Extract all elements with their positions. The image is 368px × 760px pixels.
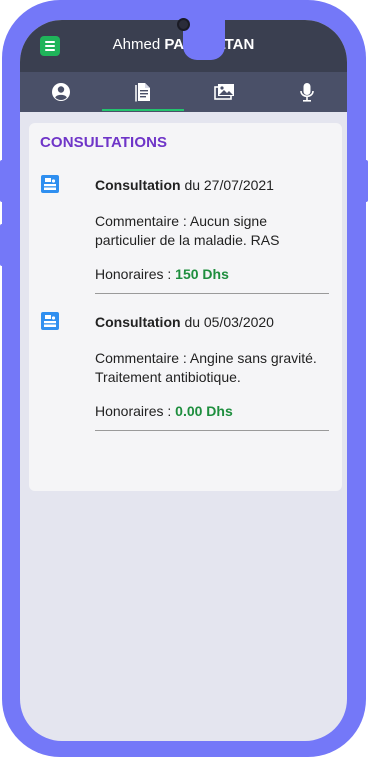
front-camera [177,18,190,31]
document-icon [135,83,150,102]
tab-profile[interactable] [20,72,102,112]
consultation-icon [41,312,59,330]
section-title: CONSULTATIONS [40,134,168,151]
patient-first-name: Ahmed [112,36,161,53]
fees-value: 0.00 Dhs [175,403,233,419]
phone-side-button [0,160,6,202]
consultation-icon [41,175,59,193]
consultation-date: du 05/03/2020 [184,314,274,330]
divider [95,430,329,431]
consultation-fees: Honoraires : 0.00 Dhs [95,403,233,419]
tab-bar [20,72,347,112]
microphone-icon [300,83,314,102]
app-screen: Ahmed PASOULTAN [20,20,347,741]
consultation-comment: Commentaire : Aucun signe particulier de… [95,213,280,248]
fees-label: Honoraires : [95,403,172,419]
divider [95,293,329,294]
tab-images[interactable] [184,72,266,112]
consultation-comment: Commentaire : Angine sans gravité. Trait… [95,350,317,385]
user-circle-icon [52,83,70,101]
consultation-heading: Consultation du 27/07/2021 [95,177,274,193]
phone-side-button [362,160,368,202]
fees-value: 150 Dhs [175,266,229,282]
tab-documents[interactable] [102,72,184,112]
images-icon [214,84,234,100]
fees-label: Honoraires : [95,266,172,282]
tab-audio[interactable] [266,72,347,112]
consultation-label: Consultation [95,314,181,330]
consultation-heading: Consultation du 05/03/2020 [95,314,274,330]
consultation-label: Consultation [95,177,181,193]
phone-side-button [0,224,6,266]
consultation-date: du 27/07/2021 [184,177,274,193]
consultation-fees: Honoraires : 150 Dhs [95,266,229,282]
consultations-card: CONSULTATIONS Consultation du 27/07/2021… [29,123,342,491]
